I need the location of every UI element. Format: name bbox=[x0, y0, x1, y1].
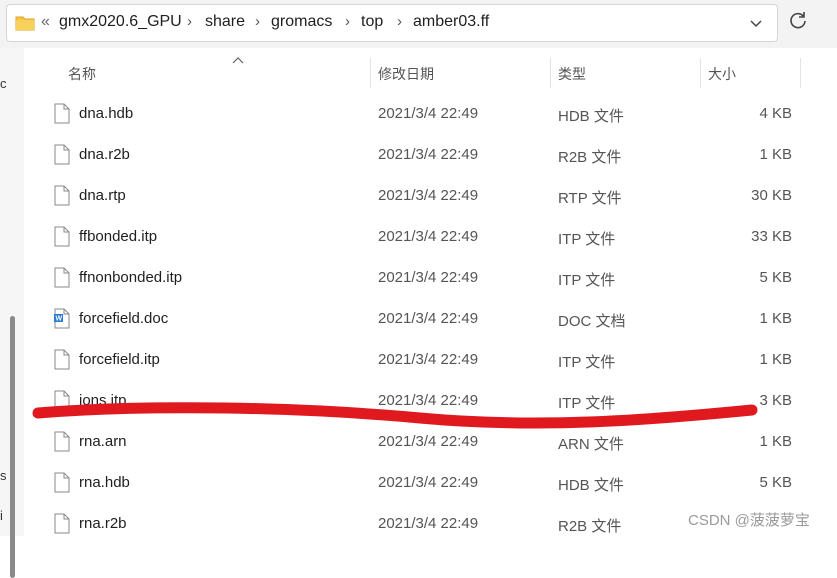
file-date: 2021/3/4 22:49 bbox=[378, 228, 479, 245]
file-date: 2021/3/4 22:49 bbox=[378, 187, 479, 204]
refresh-icon[interactable] bbox=[787, 9, 809, 31]
file-size: 3 KB bbox=[759, 392, 792, 409]
file-name: forcefield.doc bbox=[79, 310, 169, 327]
nav-item-fragment[interactable]: s bbox=[0, 468, 6, 483]
file-type: ITP 文件 bbox=[558, 231, 616, 248]
file-icon bbox=[54, 226, 70, 247]
file-name: ffbonded.itp bbox=[79, 228, 158, 245]
file-icon bbox=[54, 472, 70, 493]
file-name: rna.arn bbox=[79, 433, 127, 450]
file-date: 2021/3/4 22:49 bbox=[378, 351, 479, 368]
file-name: ffnonbonded.itp bbox=[79, 269, 183, 286]
file-type: RTP 文件 bbox=[558, 190, 622, 207]
file-type: HDB 文件 bbox=[558, 477, 624, 494]
file-name: dna.rtp bbox=[79, 187, 126, 204]
breadcrumb-item[interactable]: gmx2020.6_GPU bbox=[59, 13, 182, 31]
chevron-right-icon: › bbox=[345, 13, 350, 30]
file-date: 2021/3/4 22:49 bbox=[378, 392, 479, 409]
file-icon bbox=[54, 144, 70, 165]
column-divider[interactable] bbox=[800, 58, 801, 88]
file-size: 5 KB bbox=[759, 474, 792, 491]
file-size: 5 KB bbox=[759, 269, 792, 286]
file-date: 2021/3/4 22:49 bbox=[378, 105, 479, 122]
column-size[interactable]: 大小 bbox=[708, 64, 736, 84]
svg-text:W: W bbox=[56, 316, 63, 323]
file-date: 2021/3/4 22:49 bbox=[378, 146, 479, 163]
file-row[interactable]: dna.r2b 2021/3/4 22:49 R2B 文件 1 KB bbox=[24, 135, 814, 176]
file-size: 1 KB bbox=[759, 310, 792, 327]
nav-item-fragment[interactable]: c bbox=[0, 76, 6, 91]
file-row[interactable]: dna.hdb 2021/3/4 22:49 HDB 文件 4 KB bbox=[24, 94, 814, 135]
file-row[interactable]: W forcefield.doc 2021/3/4 22:49 DOC 文档 1… bbox=[24, 299, 814, 340]
file-icon bbox=[54, 185, 70, 206]
overflow-chevron[interactable]: « bbox=[41, 13, 50, 31]
file-date: 2021/3/4 22:49 bbox=[378, 474, 479, 491]
file-name: dna.r2b bbox=[79, 146, 130, 163]
breadcrumb-item[interactable]: top bbox=[361, 13, 383, 31]
file-name: rna.hdb bbox=[79, 474, 130, 491]
file-type: HDB 文件 bbox=[558, 108, 624, 125]
file-icon bbox=[54, 431, 70, 452]
file-size: 1 KB bbox=[759, 351, 792, 368]
file-icon bbox=[54, 267, 70, 288]
navigation-pane: c s i bbox=[0, 48, 24, 578]
column-type[interactable]: 类型 bbox=[558, 64, 586, 84]
file-size: 30 KB bbox=[751, 187, 792, 204]
file-size: 33 KB bbox=[751, 228, 792, 245]
breadcrumb-item-current[interactable]: amber03.ff bbox=[413, 13, 489, 31]
file-icon bbox=[54, 390, 70, 411]
file-size: 4 KB bbox=[759, 105, 792, 122]
file-icon bbox=[54, 513, 70, 534]
file-type: DOC 文档 bbox=[558, 313, 626, 330]
file-name: rna.r2b bbox=[79, 515, 127, 532]
nav-scrollbar[interactable] bbox=[10, 316, 15, 578]
file-row[interactable]: ffbonded.itp 2021/3/4 22:49 ITP 文件 33 KB bbox=[24, 217, 814, 258]
file-date: 2021/3/4 22:49 bbox=[378, 269, 479, 286]
watermark-text: CSDN @菠菠萝宝 bbox=[688, 512, 810, 529]
column-divider[interactable] bbox=[550, 58, 551, 88]
chevron-right-icon: › bbox=[397, 13, 402, 30]
file-type: ITP 文件 bbox=[558, 272, 616, 289]
window-edge bbox=[828, 0, 837, 48]
column-divider[interactable] bbox=[370, 58, 371, 88]
folder-icon bbox=[15, 16, 35, 31]
chevron-right-icon: › bbox=[187, 13, 192, 30]
file-row[interactable]: dna.rtp 2021/3/4 22:49 RTP 文件 30 KB bbox=[24, 176, 814, 217]
sort-ascending-icon bbox=[232, 57, 244, 64]
column-header: 名称 修改日期 类型 大小 bbox=[24, 48, 837, 94]
address-bar[interactable]: « gmx2020.6_GPU › share › gromacs › top … bbox=[6, 4, 778, 42]
file-row[interactable]: rna.hdb 2021/3/4 22:49 HDB 文件 5 KB bbox=[24, 463, 814, 504]
file-size: 1 KB bbox=[759, 146, 792, 163]
file-row[interactable]: rna.arn 2021/3/4 22:49 ARN 文件 1 KB bbox=[24, 422, 814, 463]
file-icon bbox=[54, 349, 70, 370]
file-type: ITP 文件 bbox=[558, 395, 616, 412]
file-date: 2021/3/4 22:49 bbox=[378, 310, 479, 327]
chevron-right-icon: › bbox=[255, 13, 260, 30]
address-bar-area: « gmx2020.6_GPU › share › gromacs › top … bbox=[0, 0, 837, 49]
file-name: dna.hdb bbox=[79, 105, 134, 122]
file-date: 2021/3/4 22:49 bbox=[378, 515, 479, 532]
file-type: R2B 文件 bbox=[558, 149, 622, 166]
nav-item-fragment[interactable]: i bbox=[0, 508, 6, 523]
word-doc-icon: W bbox=[54, 308, 70, 329]
column-name[interactable]: 名称 bbox=[68, 64, 96, 84]
column-divider[interactable] bbox=[700, 58, 701, 88]
file-date: 2021/3/4 22:49 bbox=[378, 433, 479, 450]
file-type: ARN 文件 bbox=[558, 436, 624, 453]
chevron-down-icon[interactable] bbox=[748, 15, 764, 31]
file-icon bbox=[54, 103, 70, 124]
column-date[interactable]: 修改日期 bbox=[378, 64, 434, 84]
file-size: 1 KB bbox=[759, 433, 792, 450]
file-name: ions.itp bbox=[79, 392, 127, 409]
breadcrumb-item[interactable]: gromacs bbox=[271, 13, 332, 31]
file-row[interactable]: ions.itp 2021/3/4 22:49 ITP 文件 3 KB bbox=[24, 381, 814, 422]
breadcrumb-item[interactable]: share bbox=[205, 13, 245, 31]
file-name: forcefield.itp bbox=[79, 351, 160, 368]
file-row[interactable]: ffnonbonded.itp 2021/3/4 22:49 ITP 文件 5 … bbox=[24, 258, 814, 299]
file-type: ITP 文件 bbox=[558, 354, 616, 371]
file-type: R2B 文件 bbox=[558, 518, 622, 535]
file-row[interactable]: forcefield.itp 2021/3/4 22:49 ITP 文件 1 K… bbox=[24, 340, 814, 381]
